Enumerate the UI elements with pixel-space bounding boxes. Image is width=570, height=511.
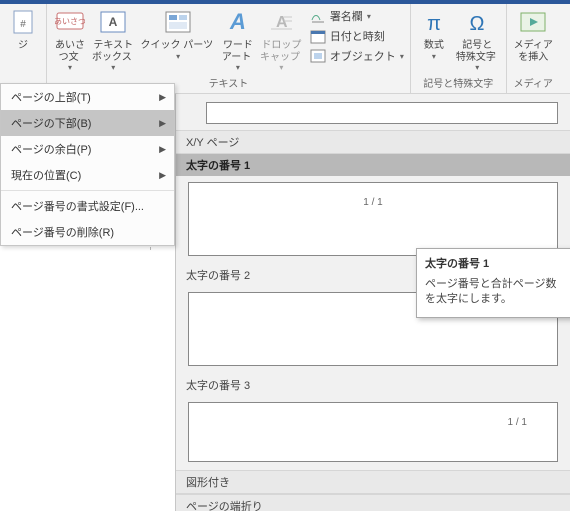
signature-icon (310, 8, 326, 24)
dropcap-label: ドロップ キャップ (260, 40, 303, 63)
page-number-button[interactable]: # ジ (4, 4, 42, 77)
menu-top-of-page[interactable]: ページの上部(T) ▶ (1, 84, 174, 110)
gallery-preview-1[interactable]: 1 / 1 (188, 182, 558, 256)
ribbon: # ジ あいさつ あいさ つ文 ▾ A テキスト ボックス ▾ (0, 4, 570, 94)
group-caption-media: メディア (511, 73, 556, 93)
page-number-text: 1 / 1 (508, 417, 527, 428)
equation-icon: π (418, 6, 450, 38)
menu-label: ページの余白(P) (11, 141, 91, 157)
svg-text:#: # (20, 19, 26, 30)
chevron-down-icon: ▾ (68, 63, 72, 72)
gallery-item-label: 太字の番号 3 (186, 380, 250, 392)
menu-remove-page-numbers[interactable]: ページ番号の削除(R) (1, 219, 174, 245)
chevron-down-icon: ▾ (432, 52, 436, 61)
textbox-button[interactable]: A テキスト ボックス ▾ (89, 4, 137, 73)
quickparts-icon (162, 6, 194, 38)
chevron-down-icon: ▾ (367, 12, 371, 21)
gallery-item-label: 太字の番号 1 (186, 160, 250, 172)
signature-button[interactable]: 署名欄 ▾ (308, 6, 406, 26)
object-button[interactable]: オブジェクト ▾ (308, 46, 406, 66)
wordart-icon: A (222, 6, 254, 38)
menu-page-margins[interactable]: ページの余白(P) ▶ (1, 136, 174, 162)
svg-text:A: A (109, 15, 118, 29)
menu-label: ページ番号の削除(R) (11, 224, 114, 240)
page-icon: # (7, 6, 39, 38)
gallery-item-label: 太字の番号 2 (186, 270, 250, 282)
textbox-icon: A (97, 6, 129, 38)
signature-label: 署名欄 (330, 8, 363, 24)
tooltip-body: ページ番号と合計ページ数を太字にします。 (425, 277, 567, 307)
gallery-item-bold-1[interactable]: 太字の番号 1 (176, 154, 570, 176)
page-label: ジ (18, 40, 28, 52)
chevron-down-icon: ▾ (475, 63, 479, 72)
page-number-menu: ページの上部(T) ▶ ページの下部(B) ▶ ページの余白(P) ▶ 現在の位置(C… (0, 83, 175, 246)
symbol-icon: Ω (461, 6, 493, 38)
tooltip-title: 太字の番号 1 (425, 255, 567, 271)
gallery-section-xy: X/Y ページ (176, 130, 570, 154)
media-label: メディア を挿入 (514, 40, 553, 63)
gallery-section-shapes: 図形付き (176, 470, 570, 494)
media-icon (517, 6, 549, 38)
aisatsu-button[interactable]: あいさつ あいさ つ文 ▾ (51, 4, 89, 73)
textbox-label: テキスト ボックス (92, 40, 134, 63)
object-label: オブジェクト (330, 48, 396, 64)
svg-text:A: A (229, 9, 246, 34)
menu-label: 現在の位置(C) (11, 167, 81, 183)
chevron-down-icon: ▾ (400, 52, 404, 61)
chevron-right-icon: ▶ (159, 144, 166, 155)
chevron-right-icon: ▶ (159, 118, 166, 129)
media-button[interactable]: メディア を挿入 (511, 4, 556, 73)
gallery-footer: ページの端折り (176, 494, 570, 511)
aisatsu-label: あいさ つ文 (55, 40, 85, 63)
gallery-item-bold-3[interactable]: 太字の番号 3 (176, 374, 570, 396)
group-caption-symbols: 記号と特殊文字 (415, 73, 502, 93)
chevron-down-icon: ▾ (176, 52, 180, 61)
symbol-label: 記号と 特殊文字 (456, 40, 499, 63)
wordart-button[interactable]: A ワード アート ▾ (219, 4, 257, 73)
gallery-header-preview (206, 102, 558, 124)
datetime-label: 日付と時刻 (330, 28, 385, 44)
equation-label: 数式 (424, 40, 444, 52)
datetime-icon (310, 28, 326, 44)
svg-text:あいさつ: あいさつ (55, 17, 85, 26)
svg-text:π: π (427, 13, 441, 35)
menu-label: ページの下部(B) (11, 115, 91, 131)
dropcap-button[interactable]: A ドロップ キャップ ▾ (257, 4, 306, 73)
chevron-down-icon: ▾ (236, 63, 240, 72)
symbol-button[interactable]: Ω 記号と 特殊文字 ▾ (453, 4, 502, 73)
svg-text:Ω: Ω (470, 13, 485, 35)
chevron-down-icon: ▾ (279, 63, 283, 72)
dropcap-icon: A (265, 6, 297, 38)
menu-bottom-of-page[interactable]: ページの下部(B) ▶ (1, 110, 174, 136)
menu-format-page-numbers[interactable]: ページ番号の書式設定(F)... (1, 193, 174, 219)
chevron-down-icon: ▾ (111, 63, 115, 72)
quickparts-label: クイック パーツ (140, 40, 215, 52)
gallery-preview-3[interactable]: 1 / 1 (188, 402, 558, 462)
menu-current-position[interactable]: 現在の位置(C) ▶ (1, 162, 174, 188)
tooltip: 太字の番号 1 ページ番号と合計ページ数を太字にします。 (416, 248, 570, 318)
aisatsu-icon: あいさつ (54, 6, 86, 38)
datetime-button[interactable]: 日付と時刻 (308, 26, 406, 46)
chevron-right-icon: ▶ (159, 170, 166, 181)
equation-button[interactable]: π 数式 ▾ (415, 4, 453, 73)
page-number-text: 1 / 1 (363, 197, 382, 208)
chevron-right-icon: ▶ (159, 92, 166, 103)
quickparts-button[interactable]: クイック パーツ ▾ (137, 4, 218, 73)
object-icon (310, 48, 326, 64)
menu-separator (1, 190, 174, 191)
menu-label: ページの上部(T) (11, 89, 91, 105)
wordart-label: ワード アート (222, 40, 254, 63)
menu-label: ページ番号の書式設定(F)... (11, 198, 144, 214)
